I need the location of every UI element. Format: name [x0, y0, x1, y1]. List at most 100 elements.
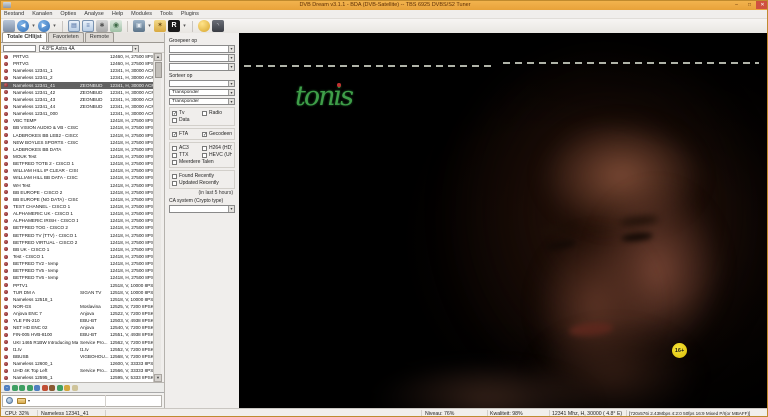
channel-row[interactable]: BETFRED TOG - CISCO 2 12418, H, 27500 8P…	[1, 224, 153, 231]
folder-icon[interactable]	[17, 398, 26, 404]
channel-row[interactable]: PRTVG 12460, H, 27500 8PSK	[1, 53, 153, 60]
video-capture-icon[interactable]: ▣	[133, 20, 145, 32]
channel-row[interactable]: PPTV1 12518, V, 10000 8PSK	[1, 282, 153, 289]
channel-row[interactable]: t1.tv t1.tv 12552, V, 7200 8PSK	[1, 346, 153, 353]
channel-tab[interactable]: Favorieten	[47, 32, 84, 42]
record-hand-icon[interactable]: ✶	[154, 20, 166, 32]
next-channel-chevron-down-icon[interactable]: ▾	[52, 20, 57, 32]
channel-row[interactable]: BB VISION AUDIO & VB - CISCO 1 12418, H,…	[1, 124, 153, 131]
channel-row[interactable]: MOUK Test 12418, H, 27500 8PSK	[1, 153, 153, 160]
channel-row[interactable]: Nameless 12518_1 12518, V, 10000 8PSK	[1, 296, 153, 303]
channel-row[interactable]: Anjova ENC 7 Anjova 12522, V, 7200 8PSK	[1, 310, 153, 317]
chevron-down-icon[interactable]: ▾	[28, 397, 30, 404]
channel-row[interactable]: BETFRED TV6 - temp 12418, H, 27500 8PSK	[1, 274, 153, 281]
channel-row[interactable]: BB UK - CISCO 1 12418, H, 27500 8PSK	[1, 246, 153, 253]
menu-item[interactable]: Tools	[160, 11, 173, 17]
chevron-down-icon[interactable]: ▾	[228, 98, 234, 105]
subtitles-icon[interactable]	[26, 384, 33, 391]
sort-by-dropdown[interactable]: Transponder ▾	[169, 97, 235, 105]
playlist-icon[interactable]	[64, 384, 70, 391]
channel-list-icon[interactable]: ▤	[68, 20, 80, 32]
channel-row[interactable]: Nameless 12341_44 ZEONBUD 12341, H, 3000…	[1, 103, 153, 110]
mute-icon[interactable]: −	[4, 384, 10, 391]
epg-web-icon[interactable]: ◉	[110, 20, 122, 32]
filter-checkbox[interactable]: Tv	[172, 110, 202, 117]
filter-checkbox[interactable]: Gecodeerd	[202, 131, 232, 138]
channel-row[interactable]: VBC TEMP 12418, H, 27500 8PSK	[1, 117, 153, 124]
record-icon[interactable]	[41, 384, 48, 391]
snapshot-icon[interactable]	[56, 384, 63, 391]
satellite-dish-icon[interactable]: ◝	[212, 20, 224, 32]
channel-row[interactable]: Nameless 12595_1 12595, V, 5333 8PSK	[1, 374, 153, 381]
group-by-dropdown[interactable]: ▾	[169, 63, 235, 71]
recordings-icon[interactable]: R	[168, 20, 180, 32]
menu-item[interactable]: Kanalen	[32, 11, 52, 17]
channel-row[interactable]: Nameless 12341_000 12341, H, 30000 ACM	[1, 110, 153, 117]
minimize-button[interactable]: –	[730, 1, 743, 9]
channel-row[interactable]: BBUSB VIGBOHOU... 12568, V, 7200 8PSK	[1, 353, 153, 360]
menu-item[interactable]: Plugins	[181, 11, 199, 17]
filter-checkbox[interactable]: Updated Recently	[172, 180, 232, 187]
channel-row[interactable]: TUR DM A SIGAN TV 12518, V, 10000 8PSK	[1, 289, 153, 296]
epg-icon[interactable]	[34, 384, 40, 391]
filter-checkbox[interactable]: AC3	[172, 145, 202, 152]
ca-system-dropdown[interactable]: ▾	[169, 205, 235, 213]
channel-row[interactable]: LADBROKES BB LEB2 - CISCO 1 12418, H, 27…	[1, 132, 153, 139]
channel-list-scrollbar[interactable]: ▲ ▼	[153, 53, 162, 382]
next-channel-icon[interactable]: ▶	[38, 20, 50, 32]
menu-item[interactable]: Help	[112, 11, 123, 17]
channel-row[interactable]: NEW BOYLES SPORTS - CISCO 1 12418, H, 27…	[1, 139, 153, 146]
sort-by-dropdown[interactable]: Transponder ▾	[169, 88, 235, 96]
satellite-select[interactable]: 4.8°E Astra 4A ▾	[39, 44, 139, 52]
channel-row[interactable]: BETFRED TV5 - temp 12418, H, 27500 8PSK	[1, 267, 153, 274]
video-capture-chevron-down-icon[interactable]: ▾	[147, 20, 152, 32]
filter-checkbox[interactable]: FTA	[172, 131, 202, 138]
channel-row[interactable]: WH Test 12418, H, 27500 8PSK	[1, 182, 153, 189]
sort-by-dropdown[interactable]: ▾	[169, 79, 235, 87]
chevron-down-icon[interactable]: ▾	[132, 45, 138, 52]
scroll-up-icon[interactable]: ▲	[154, 53, 162, 61]
chevron-down-icon[interactable]: ▾	[228, 64, 234, 70]
open-file-icon[interactable]	[3, 20, 15, 32]
menu-item[interactable]: Opties	[60, 11, 76, 17]
channel-row[interactable]: Test - CISCO 1 12418, H, 27500 8PSK	[1, 253, 153, 260]
prev-channel-icon[interactable]: ◀	[17, 20, 29, 32]
chevron-down-icon[interactable]: ▾	[228, 89, 234, 96]
channel-row[interactable]: UKI 1465 R1BW Introducing Main Service P…	[1, 339, 153, 346]
chevron-down-icon[interactable]: ▾	[228, 46, 234, 52]
menu-item[interactable]: Bestand	[4, 11, 24, 17]
channel-row[interactable]: Nameless 12341_43 ZEONBUD 12341, H, 3000…	[1, 96, 153, 103]
chevron-down-icon[interactable]: ▾	[228, 80, 234, 87]
timeshift-icon[interactable]	[49, 384, 55, 391]
channel-row[interactable]: ALPHAMERIC IRISH - CISCO 1 12418, H, 275…	[1, 217, 153, 224]
channel-row[interactable]: TEST CHANNEL - CISCO 1 12418, H, 27500 8…	[1, 203, 153, 210]
teletext-icon[interactable]	[19, 384, 25, 391]
filter-checkbox[interactable]: Radio	[202, 110, 232, 117]
channel-row[interactable]: PRTVG 12460, H, 27500 8PSK	[1, 60, 153, 67]
menu-item[interactable]: Modules	[131, 11, 152, 17]
channel-row[interactable]: NOR-GS Moslavina 12525, V, 7200 8PSK	[1, 303, 153, 310]
close-button[interactable]: ✕	[756, 1, 767, 9]
channel-row[interactable]: Nameless 12600_1 12600, V, 33333 8PSK	[1, 360, 153, 367]
chevron-down-icon[interactable]: ▾	[228, 206, 234, 212]
channel-row[interactable]: YLE FIN-210 EBU-BT 12503, V, 4938 8PSK	[1, 317, 153, 324]
filter-checkbox[interactable]: HEVC (UHD)	[202, 152, 232, 159]
channel-row[interactable]: ALPHAMERIC UK - CISCO 1 12418, H, 27500 …	[1, 210, 153, 217]
channel-row[interactable]: UHD 4K Top Left Service Pro... 12566, V,…	[1, 367, 153, 374]
channel-row[interactable]: NET HD ENC 02 Anjova 12540, V, 7200 8PSK	[1, 324, 153, 331]
globe-icon[interactable]	[6, 397, 13, 404]
channel-row[interactable]: BB EUROPE (NO DATA) - CISCO 2 12418, H, …	[1, 196, 153, 203]
channel-tab[interactable]: Totale CHlijst	[2, 32, 47, 42]
audio-track-icon[interactable]	[11, 384, 18, 391]
skins-icon[interactable]	[198, 20, 210, 32]
channel-row[interactable]: Nameless 12341_42 ZEONBUD 12341, H, 3000…	[1, 89, 153, 96]
filter-checkbox[interactable]: Meerdere Talen	[172, 159, 232, 166]
scroll-down-icon[interactable]: ▼	[154, 374, 162, 382]
filter-checkbox[interactable]: Data	[172, 117, 232, 124]
chevron-down-icon[interactable]: ▾	[228, 55, 234, 61]
scrollbar-thumb[interactable]	[154, 62, 162, 78]
filter-checkbox[interactable]: H264 (HD)	[202, 145, 232, 152]
channel-row[interactable]: WILLIAM HILL BB DATA - CISCO 5 12418, H,…	[1, 174, 153, 181]
channel-row[interactable]: WILLIAM HILL IP CLEAR - CISCO 5 12418, H…	[1, 167, 153, 174]
channel-row[interactable]: FIN-005 HVB-8100 EBU-BT 12551, V, 4938 8…	[1, 331, 153, 338]
